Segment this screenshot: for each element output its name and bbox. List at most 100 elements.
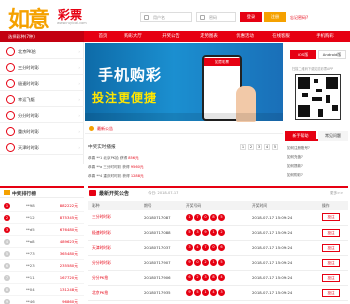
qr-code-image	[295, 74, 341, 120]
table-row: 北京PK拾 20180717935 9 5 1 4 3 2018-07-17 15:09:24…	[88, 285, 348, 301]
winners-title: 中奖实时播报	[88, 145, 116, 150]
number-ball: 0	[202, 213, 209, 221]
number-ball: 6	[186, 274, 193, 281]
col-issue: 期号	[140, 201, 182, 210]
side-menu-item-1min-ssc[interactable]: 分分时时彩 ›	[0, 108, 84, 123]
draw-time: 2018-07-17 15:09:24	[248, 285, 318, 301]
forgot-password-link[interactable]: 忘记密码?	[290, 15, 308, 21]
rank-number: 9	[4, 299, 10, 304]
notice-text[interactable]: 最新公告	[97, 126, 113, 132]
issue-number: 20180717037	[140, 240, 182, 256]
phone-app-title: 如意彩票	[204, 58, 240, 66]
username-input[interactable]: 用户名	[140, 12, 192, 22]
number-ball: 3	[218, 289, 225, 296]
winner-name: **98	[26, 203, 35, 208]
side-menu-item-fast-ssc[interactable]: 极速时时彩 ›	[0, 76, 84, 91]
tab-help[interactable]: 新手帮助	[285, 131, 316, 141]
number-ball: 2	[218, 229, 225, 236]
winner-name: **d5	[26, 227, 35, 232]
pager-2[interactable]: 2	[248, 144, 254, 150]
lottery-category-menu[interactable]: 选择彩种(7种)	[0, 31, 84, 42]
banner-headline: 手机购彩	[98, 66, 163, 84]
nav-draw-results[interactable]: 开奖公告	[156, 31, 186, 42]
table-row: 分分时时彩 20180717907 9 0 2 1 5 2018-07-17 15:09:24…	[88, 255, 348, 271]
winner-row: 恭喜 **a 三分时时彩 获得 9560元	[88, 165, 144, 169]
ranking-row: 4 **a8 489623元	[0, 236, 84, 248]
ranking-row: 9 **46 96860元	[0, 296, 84, 304]
bet-button[interactable]: 投注	[322, 288, 340, 297]
bet-button[interactable]: 投注	[322, 258, 340, 267]
pager-4[interactable]: 4	[264, 144, 270, 150]
bet-button[interactable]: 投注	[322, 213, 340, 222]
lottery-name[interactable]: 极速时时彩	[88, 225, 140, 241]
side-menu-item-tj-ssc[interactable]: 天津时时彩 ›	[0, 140, 84, 155]
number-ball: 2	[202, 259, 209, 266]
lottery-name[interactable]: 天津时时彩	[88, 240, 140, 256]
number-ball: 9	[186, 259, 193, 266]
lottery-name[interactable]: 幸运飞艇	[88, 300, 140, 304]
chevron-right-icon: ›	[78, 65, 80, 70]
help-link[interactable]: 如何注册账号?	[287, 146, 310, 151]
ranking-row: 1 **98 882222元	[0, 200, 84, 212]
draw-time: 2018-07-17 15:09:24	[248, 255, 318, 271]
lottery-name[interactable]: 北京PK拾	[88, 285, 140, 301]
number-ball: 5	[218, 213, 225, 221]
nav-trend-charts[interactable]: 走势图表	[194, 31, 224, 42]
number-ball: 0	[194, 259, 201, 266]
nav-promotions[interactable]: 优惠活动	[230, 31, 260, 42]
table-row: 极速时时彩 20180717088 5 3 9 1 2 2018-07-17 15:09:24…	[88, 225, 348, 241]
username-placeholder: 用户名	[153, 15, 165, 20]
help-link[interactable]: 如何购彩?	[287, 173, 303, 178]
nav-home[interactable]: 首页	[88, 31, 118, 42]
number-ball: 2	[194, 274, 201, 281]
winning-amount: 235580元	[59, 263, 78, 268]
draw-table: 彩种 期号 开奖号码 开奖时间 操作 三分时时彩 20180717087 1 7 0 8 5…	[88, 201, 348, 304]
bet-button[interactable]: 投注	[322, 243, 340, 252]
ios-download-button[interactable]: iOS版	[290, 50, 316, 59]
ranking-row: 2 **12 875345元	[0, 212, 84, 224]
draw-numbers: 53912	[182, 225, 248, 241]
pager-1[interactable]: 1	[240, 144, 246, 150]
help-link[interactable]: 如何充值?	[287, 155, 303, 160]
number-ball: 0	[210, 244, 217, 251]
login-button[interactable]: 登录	[240, 12, 262, 22]
lottery-name[interactable]: 分分时时彩	[88, 255, 140, 271]
lottery-side-menu: 北京PK拾 › 三分时时彩 › 极速时时彩 › 幸运飞艇 › 分分时时彩 › 重庆时时彩 ›…	[0, 42, 84, 164]
bet-button[interactable]: 投注	[322, 273, 340, 282]
lottery-name[interactable]: 分分PK拾	[88, 270, 140, 286]
pager-3[interactable]: 3	[256, 144, 262, 150]
nav-lottery-hall[interactable]: 购彩大厅	[118, 31, 148, 42]
lottery-icon	[6, 79, 15, 88]
side-menu-item-3min-ssc[interactable]: 三分时时彩 ›	[0, 60, 84, 75]
winning-amount: 676480元	[59, 227, 78, 232]
more-link[interactable]: 更多>>	[330, 191, 343, 196]
register-button[interactable]: 注册	[264, 12, 286, 22]
nav-online-service[interactable]: 在线客服	[266, 31, 296, 42]
col-numbers: 开奖号码	[182, 201, 248, 210]
table-row: 幸运飞艇20180717154268512018-07-17 15:09:24投…	[88, 300, 348, 304]
draw-numbers: 17085	[182, 210, 248, 226]
issue-number: 20180717907	[140, 255, 182, 271]
action-cell: 投注	[318, 270, 348, 286]
winning-amount: 489623元	[59, 239, 78, 244]
side-menu-item-cq-ssc[interactable]: 重庆时时彩 ›	[0, 124, 84, 139]
ranking-row: 8 **04 131248元	[0, 284, 84, 296]
winner-row: 恭喜 **4 重庆时时彩 获得 1288元	[88, 174, 144, 178]
number-ball: 5	[186, 229, 193, 236]
table-row: 天津时时彩 20180717037 3 4 7 0 6 2018-07-17 15:09:24…	[88, 240, 348, 256]
winner-name: **04	[26, 287, 35, 292]
tab-faq[interactable]: 常见问题	[318, 131, 348, 141]
lottery-name[interactable]: 三分时时彩	[88, 210, 140, 226]
number-ball: 6	[218, 244, 225, 251]
pager-5[interactable]: 5	[272, 144, 278, 150]
help-link[interactable]: 如何提款?	[287, 164, 303, 169]
number-ball: 7	[194, 213, 201, 221]
nav-mobile-lottery[interactable]: 手机购彩	[310, 31, 340, 42]
password-input[interactable]: 密码	[196, 12, 236, 22]
draw-title: 最新开奖公告	[99, 191, 130, 197]
android-download-button[interactable]: Android版	[318, 50, 346, 59]
side-menu-item-lucky-boat[interactable]: 幸运飞艇 ›	[0, 92, 84, 107]
qr-caption: 扫描二维码下载如意彩票APP	[292, 67, 334, 71]
bet-button[interactable]: 投注	[322, 228, 340, 237]
side-menu-item-bjpk10[interactable]: 北京PK拾 ›	[0, 44, 84, 59]
